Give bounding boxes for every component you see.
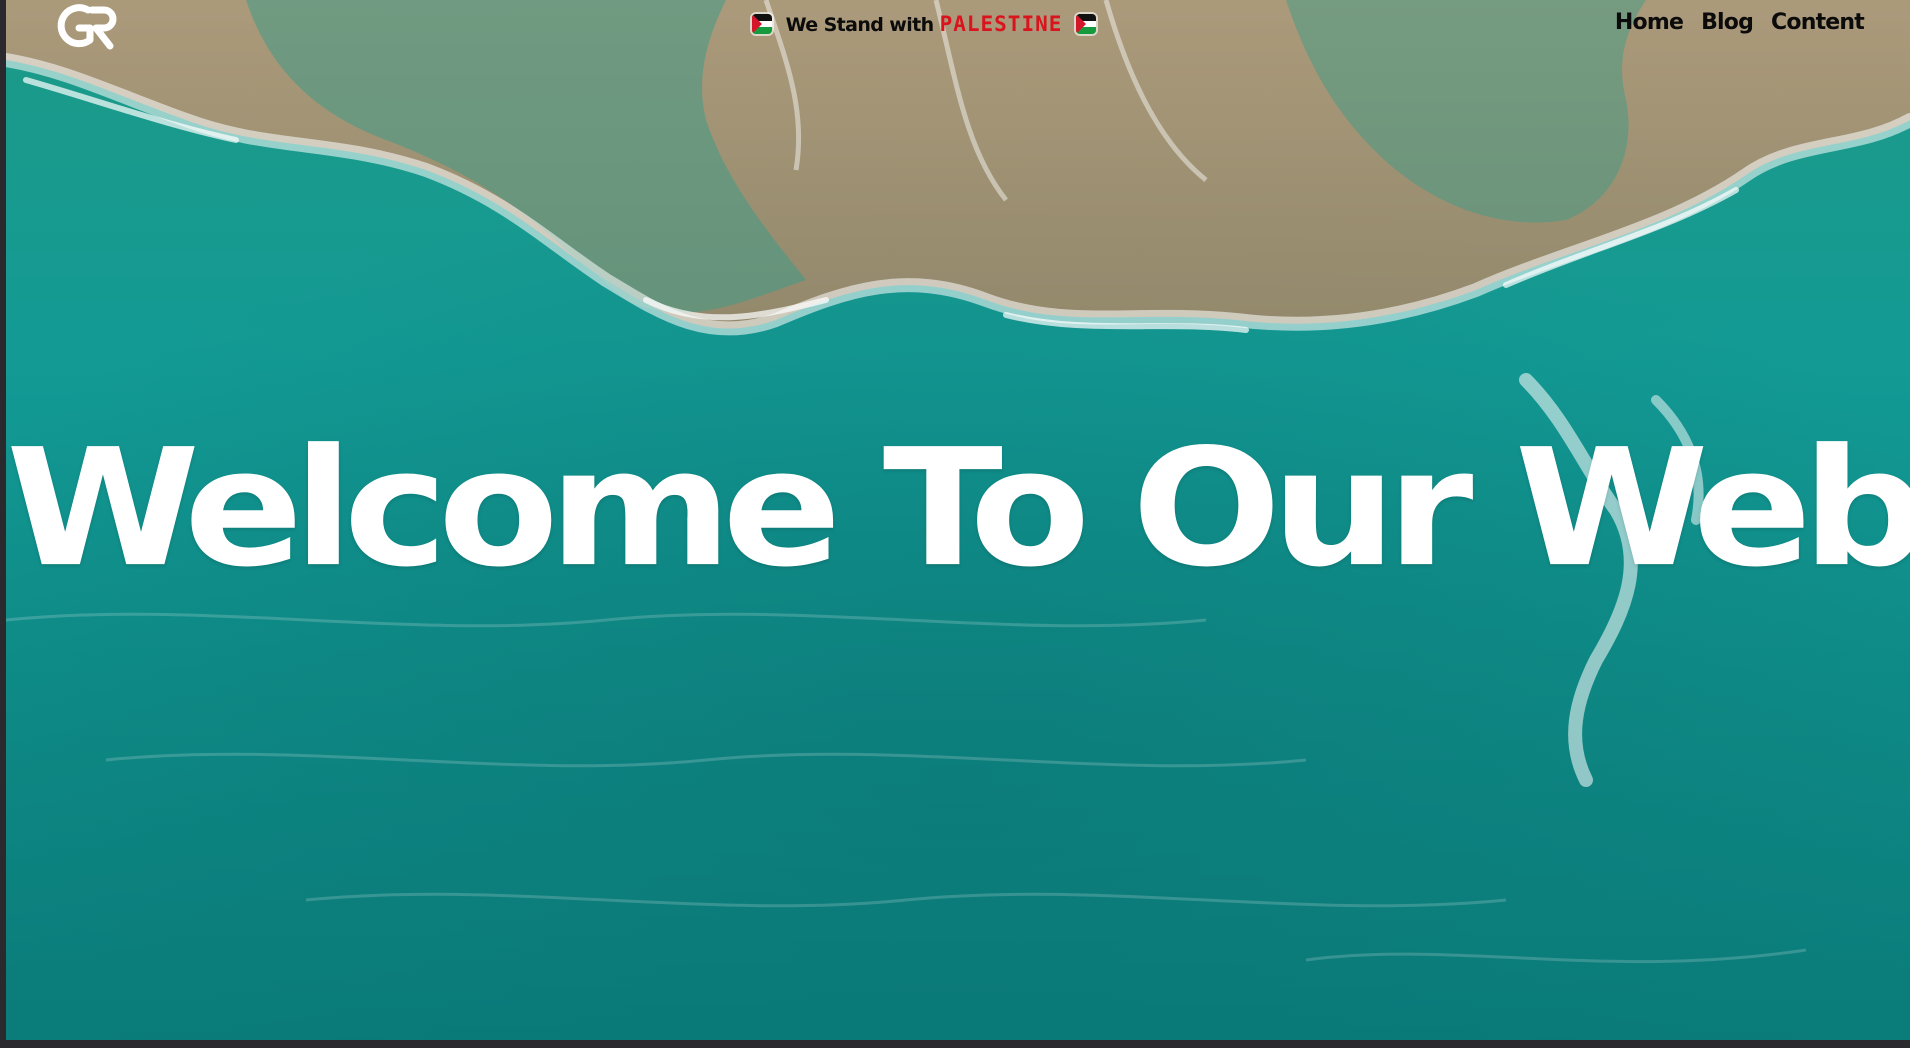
banner-text: We Stand with PALESTINE [786,12,1063,36]
banner-label: We Stand with [785,14,935,36]
nav-link-content[interactable]: Content [1771,10,1865,35]
palestine-flag-icon [1076,14,1097,34]
hero-title: Welcome To Our WebSite [6,414,1910,603]
main-nav: Home Blog Content [1615,10,1865,35]
banner-highlight: PALESTINE [939,12,1063,36]
nav-link-home[interactable]: Home [1615,10,1684,35]
solidarity-banner: We Stand with PALESTINE [6,12,1876,36]
page-frame: We Stand with PALESTINE Home Blog Content… [6,0,1910,1040]
palestine-flag-icon [751,14,772,34]
nav-link-blog[interactable]: Blog [1701,10,1754,35]
